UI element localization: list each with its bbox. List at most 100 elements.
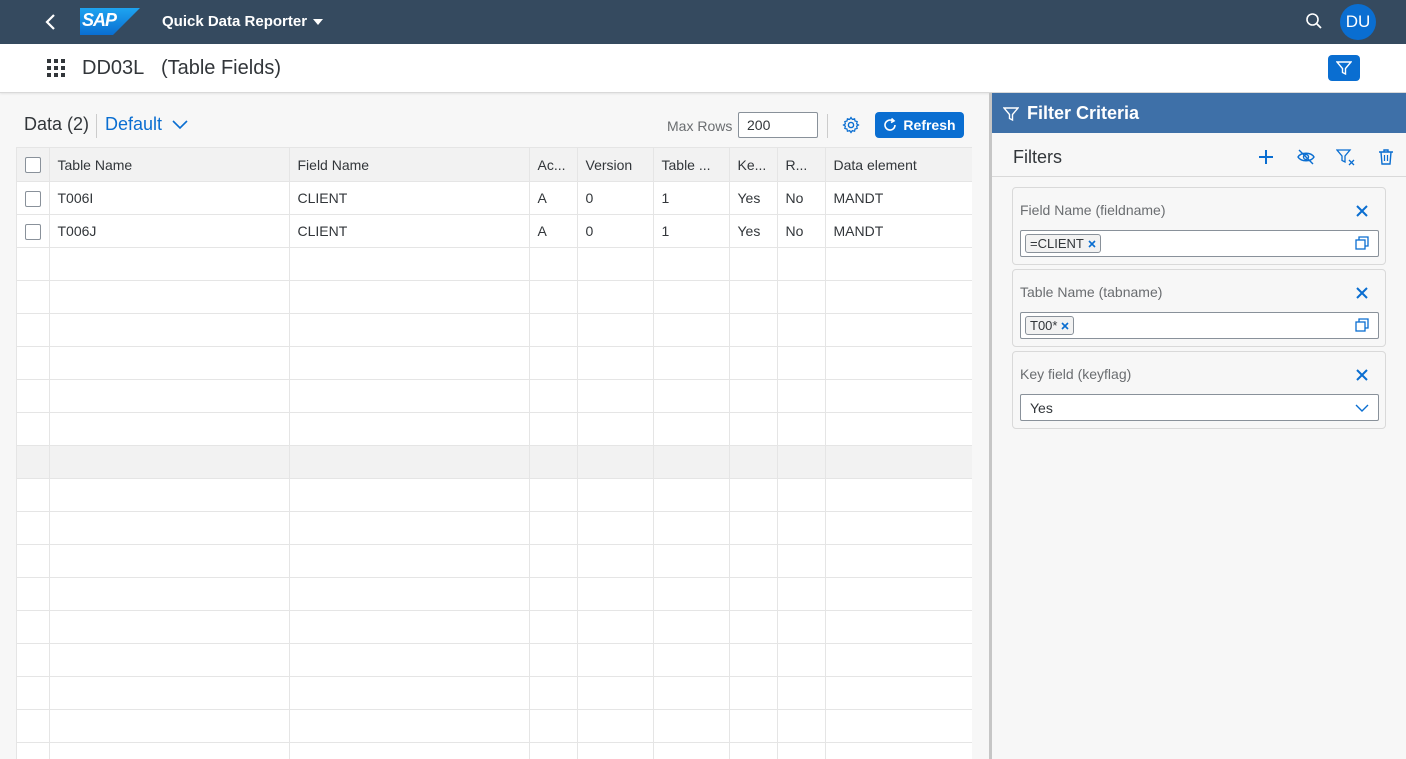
cell-required: No [777,181,826,215]
cell-field-name: CLIENT [289,181,530,215]
empty-row [17,742,972,759]
filters-toolbar: Filters [992,133,1406,177]
delete-icon[interactable] [1376,147,1396,167]
token-text: =CLIENT [1030,236,1084,251]
back-arrow-icon[interactable] [40,11,62,33]
data-count-title: Data (2) [24,114,90,134]
filter-label: Key field (keyflag) [1020,366,1132,382]
column-header-table-name[interactable]: Table Name [49,147,290,182]
token-remove-icon[interactable] [1061,321,1070,330]
token-remove-icon[interactable] [1088,239,1096,248]
hide-icon[interactable] [1296,147,1316,167]
app-title-menu[interactable]: Quick Data Reporter [162,13,324,30]
variant-label: Default [105,114,163,134]
filters-title: Filters [1013,147,1062,167]
cell-data-element: MANDT [825,181,972,215]
row-checkbox[interactable] [25,190,41,207]
empty-row [17,577,972,611]
select-value: Yes [1030,400,1053,416]
empty-row [17,610,972,644]
empty-row [17,544,972,578]
table-id: DD03L [82,57,145,79]
max-rows-label: Max Rows [667,118,733,134]
max-rows-input[interactable] [738,112,818,138]
data-table: Table Name Field Name Ac... Version Tabl… [16,147,972,759]
app-title: Quick Data Reporter [162,13,308,30]
empty-row [17,643,972,677]
settings-gear-icon[interactable] [842,116,860,134]
row-select-cell [17,214,50,248]
value-help-icon[interactable] [1355,236,1369,250]
filter-label: Table Name (tabname) [1020,284,1163,300]
caret-down-icon [313,18,324,25]
filter-token[interactable]: =CLIENT [1025,234,1101,253]
empty-row [17,313,972,347]
page-title: DD03L (Table Fields) [82,57,281,80]
filter-card-fieldname: Field Name (fieldname) =CLIENT [1012,187,1386,265]
column-header-field-name[interactable]: Field Name [289,147,530,182]
multi-input-fieldname[interactable]: =CLIENT [1020,230,1379,257]
empty-row [17,511,972,545]
filter-icon [1336,61,1352,76]
table-row[interactable]: T006I CLIENT A 0 1 Yes No MANDT [17,181,972,215]
close-icon[interactable] [1355,286,1369,300]
avatar[interactable]: DU [1340,4,1376,40]
empty-row [17,412,972,446]
chevron-down-icon [172,119,188,129]
column-header-version[interactable]: Version [577,147,654,182]
cell-table-position: 1 [653,214,730,248]
cell-table-name: T006J [49,214,290,248]
grid-menu-icon[interactable] [47,59,65,77]
select-keyflag[interactable]: Yes [1020,394,1379,421]
filter-card-tabname: Table Name (tabname) T00* [1012,269,1386,347]
cell-data-element: MANDT [825,214,972,248]
column-header-activation[interactable]: Ac... [529,147,578,182]
filter-card-keyflag: Key field (keyflag) Yes [1012,351,1386,429]
filter-panel-header: Filter Criteria [992,93,1406,133]
cell-version: 0 [577,214,654,248]
column-header-data-element[interactable]: Data element [825,147,972,182]
empty-row [17,247,972,281]
select-all-checkbox[interactable] [25,157,41,174]
table-toolbar: Data (2) Default Max Rows Refresh [16,108,971,142]
add-filter-icon[interactable] [1256,147,1276,167]
refresh-label: Refresh [903,117,956,133]
filter-token[interactable]: T00* [1025,316,1075,335]
multi-input-tabname[interactable]: T00* [1020,312,1379,339]
close-icon[interactable] [1355,204,1369,218]
cell-key-field: Yes [729,214,778,248]
shell-bar: SAP Quick Data Reporter DU [0,0,1406,44]
column-header-table-position[interactable]: Table ... [653,147,730,182]
value-help-icon[interactable] [1355,318,1369,332]
filter-panel-title: Filter Criteria [1027,103,1140,123]
cell-table-name: T006I [49,181,290,215]
clear-filter-icon[interactable] [1336,147,1356,167]
cell-activation: A [529,214,578,248]
sap-logo-text: SAP [82,10,117,30]
search-icon[interactable] [1305,12,1323,30]
empty-row [17,709,972,743]
filter-icon [1003,107,1019,122]
chevron-down-icon [1355,404,1369,412]
empty-row [17,280,972,314]
table-row[interactable]: T006J CLIENT A 0 1 Yes No MANDT [17,214,972,248]
toggle-filter-button[interactable] [1328,55,1360,81]
empty-row [17,676,972,710]
filter-label: Field Name (fieldname) [1020,202,1166,218]
variant-selector[interactable]: Default [105,114,188,135]
column-header-required[interactable]: R... [777,147,826,182]
row-select-cell [17,181,50,215]
token-text: T00* [1030,318,1058,333]
select-all-cell [17,147,50,182]
empty-row [17,346,972,380]
row-checkbox[interactable] [25,223,41,240]
empty-row [17,379,972,413]
refresh-button[interactable]: Refresh [875,112,964,138]
column-header-key-field[interactable]: Ke... [729,147,778,182]
divider [827,114,828,138]
empty-row [17,478,972,512]
cell-version: 0 [577,181,654,215]
cell-table-position: 1 [653,181,730,215]
table-header-row: Table Name Field Name Ac... Version Tabl… [17,147,972,182]
close-icon[interactable] [1355,368,1369,382]
